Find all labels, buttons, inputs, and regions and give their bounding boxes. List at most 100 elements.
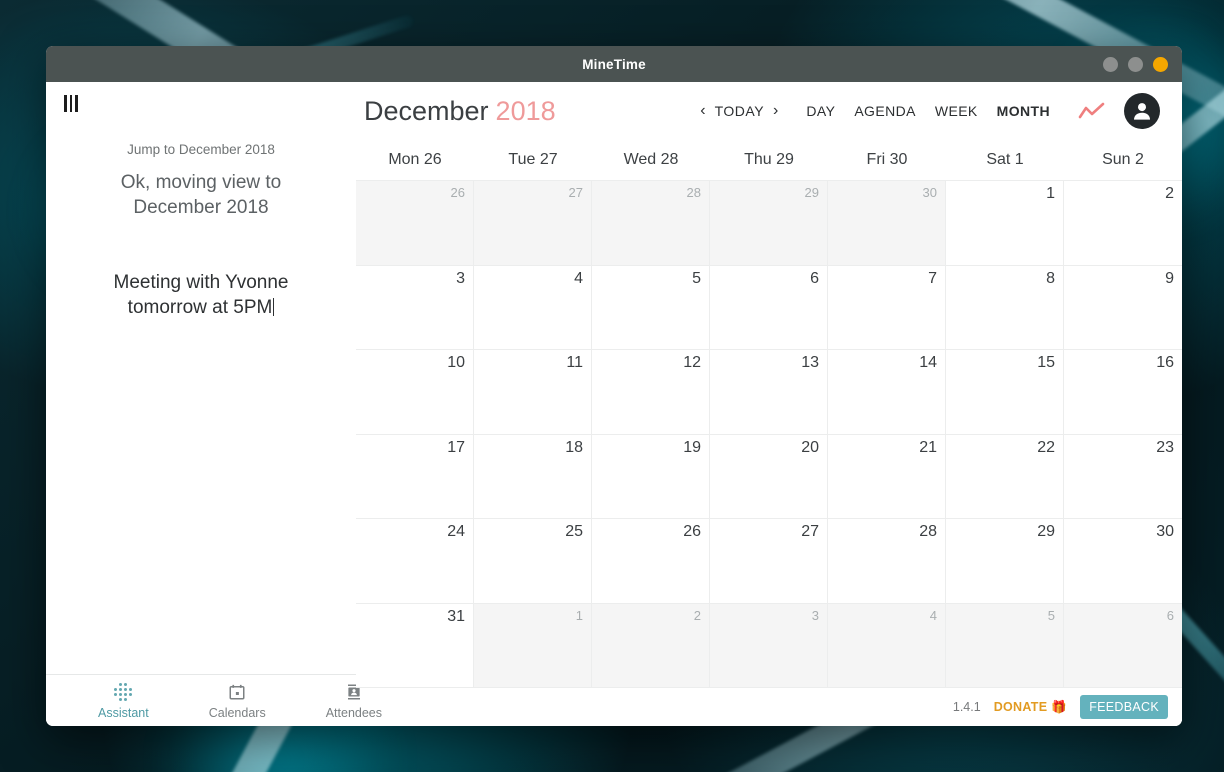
calendar-day-cell[interactable]: 7: [828, 265, 946, 350]
calendar-day-cell[interactable]: 1: [474, 603, 592, 688]
calendar-day-cell[interactable]: 26: [356, 181, 474, 266]
calendar-day-cell[interactable]: 3: [710, 603, 828, 688]
toolbar-right-group: ‹ TODAY › DAY AGENDA WEEK MONTH: [698, 93, 1160, 129]
assistant-compose-text[interactable]: Meeting with Yvonne tomorrow at 5PM: [60, 270, 342, 320]
calendar-day-cell[interactable]: 13: [710, 350, 828, 435]
sidebar-item-calendars-label: Calendars: [208, 705, 266, 720]
month-label: December: [364, 95, 489, 126]
window-titlebar[interactable]: MineTime: [46, 46, 1182, 82]
calendar-day-cell[interactable]: 5: [946, 603, 1064, 688]
calendar-day-cell[interactable]: 2: [592, 603, 710, 688]
day-number: 16: [1156, 354, 1174, 371]
view-switcher: DAY AGENDA WEEK MONTH: [806, 103, 1050, 119]
calendar-day-cell[interactable]: 12: [592, 350, 710, 435]
day-header: Tue 27: [508, 151, 558, 168]
user-avatar-icon[interactable]: [1124, 93, 1160, 129]
day-number: 5: [1047, 607, 1055, 623]
day-header: Wed 28: [623, 151, 679, 168]
calendar-day-cell[interactable]: 4: [828, 603, 946, 688]
donate-button[interactable]: DONATE 🎁: [994, 700, 1068, 715]
day-number: 8: [1046, 269, 1055, 287]
day-number: 11: [566, 354, 583, 371]
calendar-day-cell[interactable]: 10: [356, 350, 474, 435]
day-number: 14: [919, 354, 937, 371]
day-number: 3: [811, 607, 819, 623]
calendar-day-cell[interactable]: 30: [828, 181, 946, 266]
calendar-day-cell[interactable]: 27: [710, 519, 828, 604]
sidebar-header: [46, 82, 356, 125]
day-number: 6: [1166, 607, 1174, 623]
calendar-day-cell[interactable]: 14: [828, 350, 946, 435]
calendar-day-cell[interactable]: 23: [1064, 434, 1182, 519]
minimize-button[interactable]: [1103, 56, 1118, 72]
day-number: 19: [683, 438, 701, 456]
calendar-day-cell[interactable]: 25: [474, 519, 592, 604]
window-title: MineTime: [582, 56, 646, 72]
calendar-day-cell[interactable]: 6: [1064, 603, 1182, 688]
close-button[interactable]: [1153, 56, 1168, 72]
today-button[interactable]: TODAY: [715, 103, 764, 119]
app-body: Jump to December 2018 Ok, moving view to…: [46, 82, 1182, 726]
tab-month[interactable]: MONTH: [997, 103, 1050, 119]
feedback-button[interactable]: FEEDBACK: [1080, 695, 1168, 719]
calendar-day-cell[interactable]: 31: [356, 603, 474, 688]
window-controls: [1103, 46, 1168, 82]
date-nav-group: ‹ TODAY ›: [698, 101, 780, 121]
chevron-left-icon[interactable]: ‹: [698, 101, 707, 121]
calendar-day-cell[interactable]: 28: [592, 181, 710, 266]
app-footer: 1.4.1 DONATE 🎁 FEEDBACK: [356, 688, 1182, 726]
calendar-day-cell[interactable]: 19: [592, 434, 710, 519]
calendar-day-cell[interactable]: 26: [592, 519, 710, 604]
calendar-day-cell[interactable]: 8: [946, 265, 1064, 350]
sidebar-bottom-nav: Assistant Calendars Attendees: [46, 674, 382, 726]
calendar-day-cell[interactable]: 29: [946, 519, 1064, 604]
sidebar-item-assistant-label: Assistant: [98, 705, 149, 720]
day-number: 13: [801, 354, 819, 371]
tab-week[interactable]: WEEK: [935, 103, 978, 119]
three-bars-icon[interactable]: [64, 95, 78, 112]
calendar-day-cell[interactable]: 30: [1064, 519, 1182, 604]
calendar-day-cell[interactable]: 21: [828, 434, 946, 519]
chevron-right-icon[interactable]: ›: [771, 101, 780, 121]
calendar-day-cell[interactable]: 11: [474, 350, 592, 435]
day-number: 20: [801, 438, 819, 456]
calendar-day-cell[interactable]: 1: [946, 181, 1064, 266]
calendar-day-headers: Mon 26 Tue 27 Wed 28 Thu 29 Fri 30 Sat 1…: [356, 140, 1182, 180]
day-number: 25: [565, 523, 583, 540]
calendar-day-cell[interactable]: 15: [946, 350, 1064, 435]
calendar-day-cell[interactable]: 20: [710, 434, 828, 519]
day-number: 26: [450, 185, 465, 200]
calendar-day-cell[interactable]: 5: [592, 265, 710, 350]
calendar-day-cell[interactable]: 4: [474, 265, 592, 350]
calendar-day-cell[interactable]: 24: [356, 519, 474, 604]
calendar-day-cell[interactable]: 28: [828, 519, 946, 604]
calendar-day-cell[interactable]: 27: [474, 181, 592, 266]
day-number: 21: [919, 438, 937, 456]
calendar-day-cell[interactable]: 18: [474, 434, 592, 519]
day-number: 30: [1156, 523, 1174, 540]
assistant-user-command: Jump to December 2018: [127, 142, 275, 157]
tab-agenda[interactable]: AGENDA: [854, 103, 916, 119]
day-number: 30: [922, 185, 937, 200]
sidebar-item-calendars[interactable]: Calendars: [209, 682, 266, 720]
sidebar-item-assistant[interactable]: Assistant: [98, 682, 149, 720]
calendar-day-cell[interactable]: 9: [1064, 265, 1182, 350]
day-number: 26: [683, 523, 701, 540]
calendar-day-cell[interactable]: 2: [1064, 181, 1182, 266]
day-number: 23: [1156, 438, 1174, 456]
minetime-app-window: MineTime Jump to December 2018 Ok, movin…: [46, 46, 1182, 726]
calendar-day-cell[interactable]: 6: [710, 265, 828, 350]
maximize-button[interactable]: [1128, 56, 1143, 72]
calendar-day-cell[interactable]: 17: [356, 434, 474, 519]
trend-line-icon[interactable]: [1078, 101, 1106, 121]
calendar-day-cell[interactable]: 22: [946, 434, 1064, 519]
gift-icon: 🎁: [1051, 699, 1068, 714]
calendar-grid-wrapper: 26 27 28 29 30 1 2 3 4 5 6 7 8 9 10 11 12 13 14 15 16 17 18 19 2…: [356, 180, 1182, 688]
calendar-day-cell[interactable]: 16: [1064, 350, 1182, 435]
text-caret: [273, 298, 275, 316]
calendar-day-cell[interactable]: 29: [710, 181, 828, 266]
compose-text-value: Meeting with Yvonne tomorrow at 5PM: [113, 272, 289, 318]
calendar-day-cell[interactable]: 3: [356, 265, 474, 350]
day-number: 27: [568, 185, 583, 200]
tab-day[interactable]: DAY: [806, 103, 835, 119]
